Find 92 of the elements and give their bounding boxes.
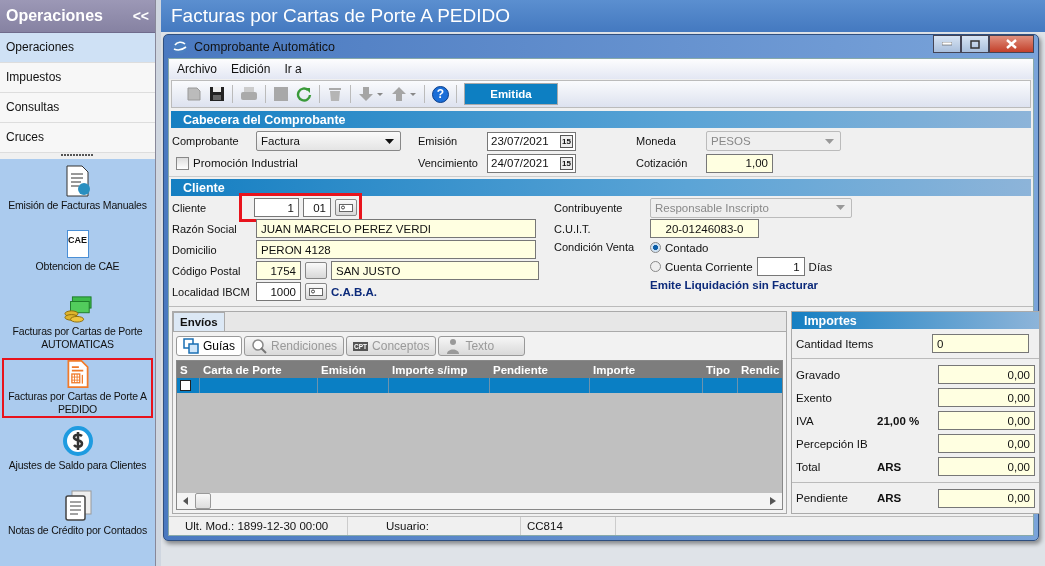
branch-field[interactable]: 01 [303,198,331,217]
menu-item[interactable]: Archivo [177,62,217,76]
sidebar-item-label: Facturas por Cartas de Porte AUTOMATICAS [11,325,144,351]
window-title: Comprobante Automático [194,39,336,54]
status-text: CC814 [521,517,616,535]
sidebar-group[interactable]: Cruces [0,123,155,153]
sidebar-item-label: Ajustes de Saldo para Clientes [8,459,147,472]
company-name-field[interactable]: JUAN MARCELO PEREZ VERDI [256,219,536,238]
sidebar-group[interactable]: Consultas [0,93,155,123]
calendar-button[interactable]: 15 [560,134,573,148]
radio-button[interactable]: Cuenta Corriente [650,260,753,273]
subtab[interactable]: Guías [176,336,242,356]
field-label: Razón Social [172,222,238,235]
address-field[interactable]: PERON 4128 [256,240,536,259]
field-label: Gravado [796,368,842,381]
sidebar-item-label: Notas de Crédito por Contados [8,524,147,537]
sidebar-group[interactable]: Impuestos [0,63,155,93]
amount-field[interactable]: 0,00 [938,388,1035,407]
field-label: C.U.I.T. [554,222,592,235]
info-note: Emite Liquidación sin Facturar [650,279,820,291]
field-unit: 21,00 % [877,414,920,427]
amount-field[interactable]: 0,00 [938,488,1035,508]
status-text: Usuario: [348,517,521,535]
locality-code-field[interactable]: 1000 [256,282,301,301]
field-label: Cantidad Items [796,337,875,350]
column-header[interactable]: Rendic [738,361,782,378]
field-label: Contribuyente [554,201,624,214]
field-label: Exento [796,391,833,404]
section-title: Cabecera del Comprobante [183,112,346,127]
column-header[interactable]: S [177,361,200,378]
calendar-button[interactable]: 15 [560,156,573,170]
field-label: Total [796,460,822,473]
field-label: Condición Venta [554,240,636,253]
field-label: IVA [796,414,815,427]
column-header[interactable]: Tipo [703,361,738,378]
field-unit: ARS [877,460,902,473]
certificate-icon: CAE [66,230,89,258]
sidebar-title: Operaciones [6,7,103,25]
date-field[interactable]: 23/07/2021 15 [487,131,576,151]
sidebar-item[interactable]: Ajustes de Saldo para Clientes [2,423,153,483]
field-label: Domicilio [172,243,218,256]
sidebar-item[interactable]: Facturas por Cartas de Porte A PEDIDO [2,358,153,418]
page-title: Facturas por Cartas de Porte A PEDIDO [171,5,510,27]
field-label: Código Postal [172,264,242,277]
amount-field[interactable]: 0,00 [938,457,1035,476]
field-label: Localidad IBCM [172,285,251,298]
column-header[interactable]: Importe [590,361,703,378]
amount-field[interactable]: 0,00 [938,411,1035,430]
help-button[interactable]: ? [432,85,449,103]
section-title: Cliente [183,180,225,195]
tab[interactable]: Envíos [173,312,225,331]
field-unit: ARS [877,492,902,504]
tax-id-field[interactable]: 20-01246083-0 [650,219,759,238]
field-label: Percepción IB [796,437,869,450]
checkbox[interactable]: Promoción Industrial [172,156,418,170]
client-number-field[interactable]: 1 [254,198,299,217]
field-label: Emisión [418,135,459,147]
amount-field[interactable]: 0,00 [938,434,1035,453]
sidebar-item-label: Emisión de Facturas Manuales [8,199,147,212]
sidebar-item[interactable]: CAE Obtencion de CAE [2,228,153,288]
exchange-rate-field[interactable]: 1,00 [706,153,773,173]
postal-code-field[interactable]: 1754 [256,261,301,280]
sidebar-item[interactable]: Notas de Crédito por Contados [2,488,153,548]
sidebar-item-label: Facturas por Cartas de Porte A PEDIDO [7,390,148,416]
city-field[interactable]: SAN JUSTO [331,261,539,280]
radio-button[interactable]: Contado [650,241,709,254]
field-label: Cotización [636,157,689,169]
date-field[interactable]: 24/07/2021 15 [487,153,576,173]
sidebar-item[interactable]: Facturas por Cartas de Porte AUTOMATICAS [2,293,153,353]
status-text: Ult. Mod.: 1899-12-30 00:00 [169,517,348,535]
menu-item[interactable]: Ir a [284,62,302,76]
sidebar-item[interactable]: Emisión de Facturas Manuales [2,163,153,223]
column-header[interactable]: Importe s/imp [389,361,490,378]
days-field[interactable]: 1 [756,257,805,276]
comprobante-dropdown[interactable]: Factura [256,131,401,151]
field-label: Vencimiento [418,157,479,169]
status-label: Emitida [464,83,558,105]
sidebar-item-label: Obtencion de CAE [35,260,120,273]
column-header[interactable]: Emisión [318,361,389,378]
locality-name: C.A.B.A. [331,285,377,298]
section-title: Importes [804,313,857,328]
sidebar-group[interactable]: Operaciones [0,33,155,63]
item-count-field[interactable]: 0 [932,334,1029,353]
field-label: Pendiente [796,492,849,504]
field-label: Moneda [636,135,677,147]
amount-field[interactable]: 0,00 [938,365,1035,384]
column-header[interactable]: Pendiente [490,361,590,378]
field-label: Cliente [172,201,208,214]
days-label: Días [808,260,833,273]
column-header[interactable]: Carta de Porte [200,361,318,378]
field-label: Comprobante [172,135,240,147]
menu-item[interactable]: Edición [231,62,271,76]
